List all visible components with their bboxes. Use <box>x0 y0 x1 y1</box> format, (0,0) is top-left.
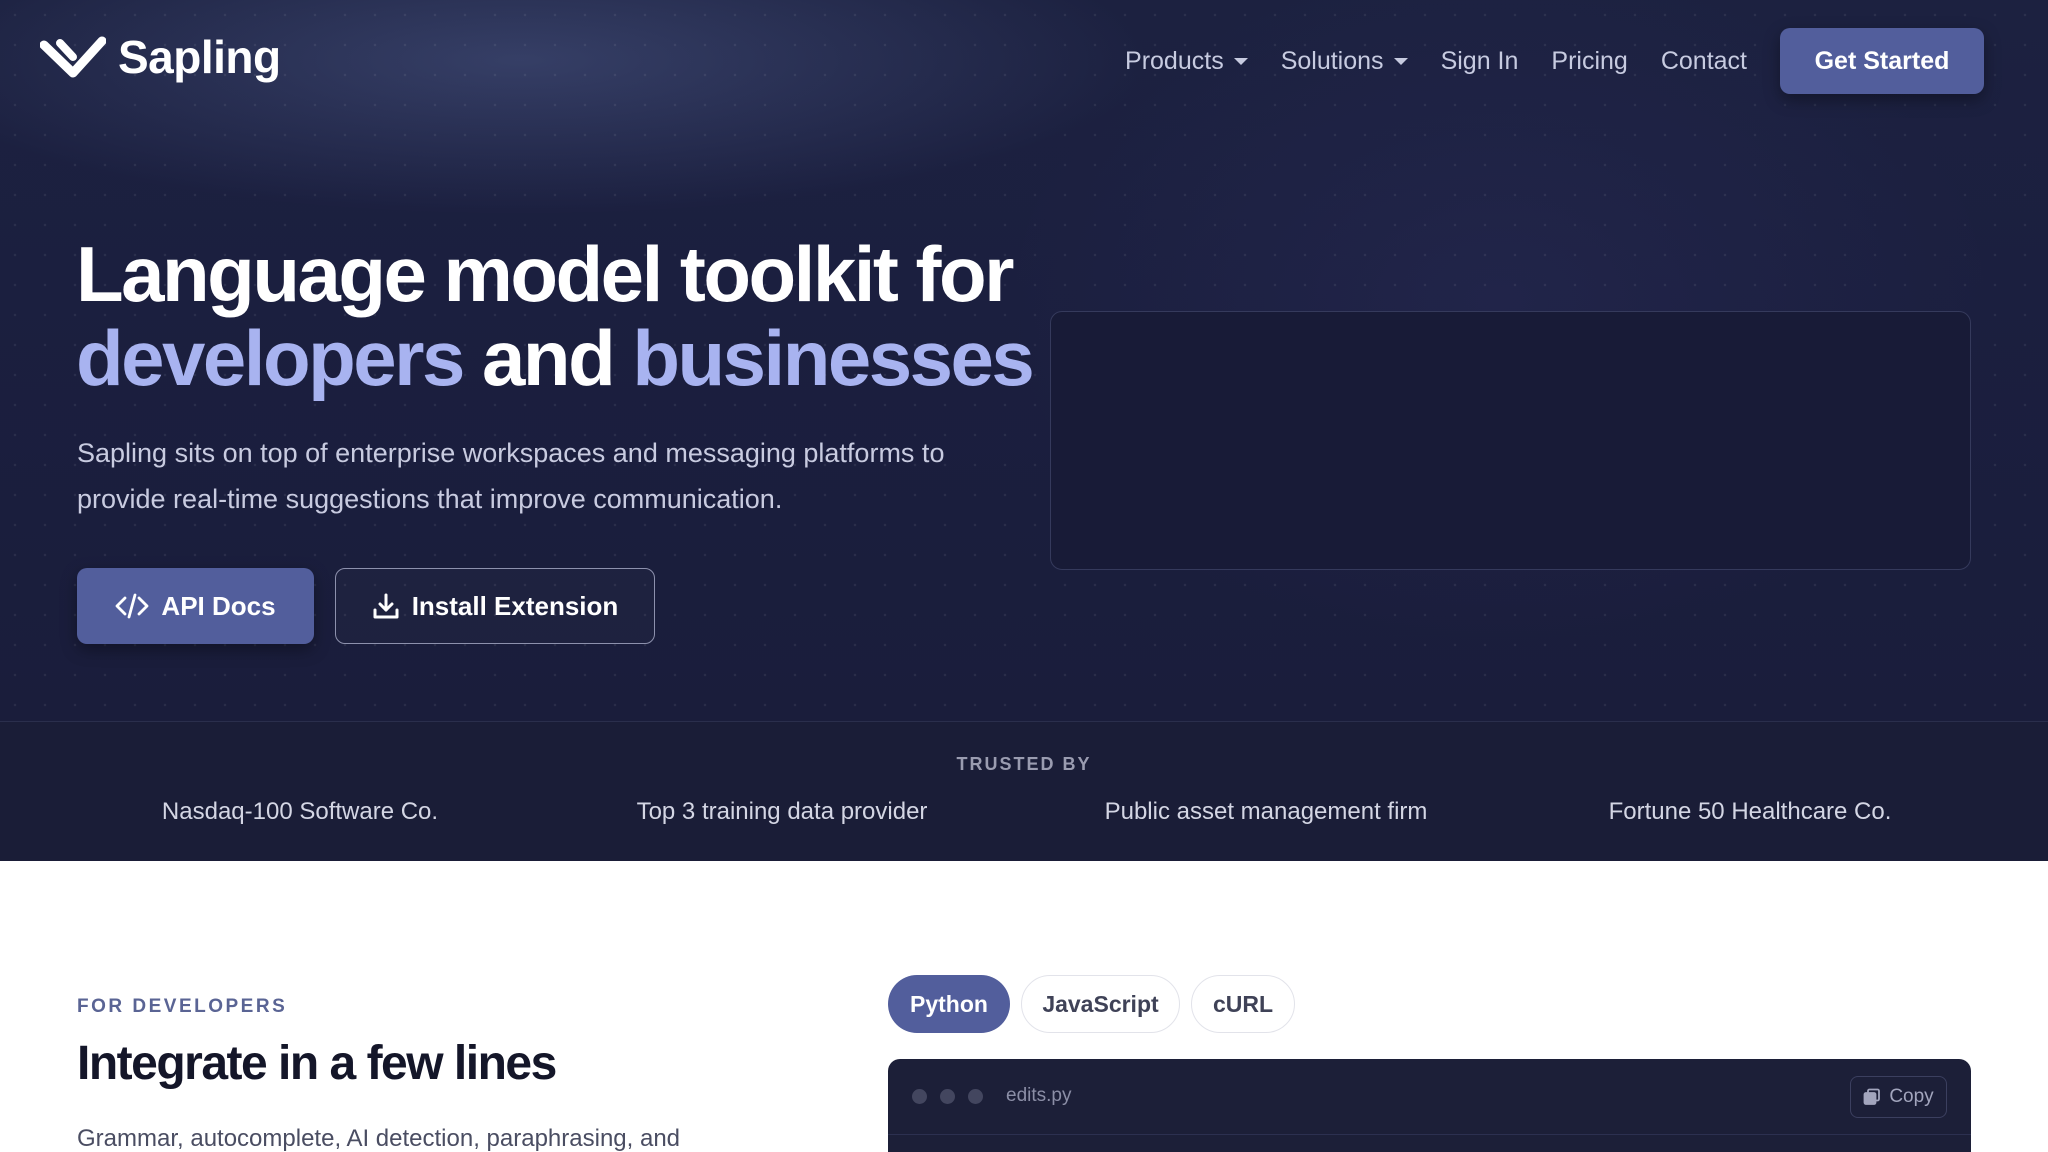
logo[interactable]: Sapling <box>40 30 281 84</box>
hero-description-line2: provide real-time suggestions that impro… <box>77 484 783 514</box>
headline-line1: Language model toolkit for <box>76 230 1015 318</box>
api-docs-label: API Docs <box>161 590 276 621</box>
section-description: Grammar, autocomplete, AI detection, par… <box>77 1125 681 1152</box>
brand-name: Sapling <box>118 31 281 83</box>
nav-contact-label: Contact <box>1660 46 1747 75</box>
copy-label: Copy <box>1889 1086 1934 1107</box>
section-eyebrow: FOR DEVELOPERS <box>77 996 288 1017</box>
headline-and: and <box>482 314 616 402</box>
get-started-button[interactable]: Get Started <box>1780 28 1984 94</box>
trusted-by-label: TRUSTED BY <box>956 754 1092 774</box>
copy-icon <box>1863 1088 1881 1105</box>
nav-products-label: Products <box>1125 46 1224 75</box>
nav-sign-in[interactable]: Sign In <box>1441 47 1519 76</box>
window-dot-icon <box>912 1089 927 1104</box>
code-window-header: edits.py Copy <box>888 1059 1971 1135</box>
install-extension-button[interactable]: Install Extension <box>335 568 655 644</box>
trusted-logo-item: Fortune 50 Healthcare Co. <box>1608 798 1892 825</box>
nav-pricing[interactable]: Pricing <box>1551 47 1627 76</box>
sapling-logo-icon <box>40 36 106 78</box>
nav-products[interactable]: Products <box>1125 47 1248 76</box>
section-title: Integrate in a few lines <box>77 1037 557 1090</box>
nav-pricing-label: Pricing <box>1551 46 1628 75</box>
nav-contact[interactable]: Contact <box>1661 47 1747 76</box>
trusted-logo-item: Nasdaq-100 Software Co. <box>161 798 439 825</box>
headline-accent-businesses: businesses <box>632 314 1034 402</box>
download-icon <box>373 593 399 619</box>
hero-description-line1: Sapling sits on top of enterprise worksp… <box>77 438 945 468</box>
trusted-logo-item: Top 3 training data provider <box>636 798 928 825</box>
demo-panel <box>1050 311 1971 570</box>
tab-javascript[interactable]: JavaScript <box>1021 975 1180 1033</box>
code-icon <box>116 593 149 619</box>
window-dot-icon <box>940 1089 955 1104</box>
trusted-logo-item: Public asset management firm <box>1104 798 1428 825</box>
chevron-down-icon <box>1393 57 1408 65</box>
install-extension-label: Install Extension <box>411 590 619 621</box>
hero-description: Sapling sits on top of enterprise worksp… <box>77 430 1037 522</box>
code-filename: edits.py <box>1006 1085 1072 1106</box>
tab-python[interactable]: Python <box>888 975 1010 1033</box>
page-title: Language model toolkit for developers an… <box>76 230 1035 402</box>
nav-solutions[interactable]: Solutions <box>1281 47 1408 76</box>
chevron-down-icon <box>1233 57 1248 65</box>
nav-solutions-label: Solutions <box>1280 46 1384 75</box>
headline-accent-developers: developers <box>76 314 465 402</box>
top-nav: Products Solutions Sign In Pricing Conta… <box>1125 28 1984 94</box>
trusted-by-section <box>0 721 2048 861</box>
nav-sign-in-label: Sign In <box>1440 46 1519 75</box>
copy-button[interactable]: Copy <box>1850 1076 1947 1118</box>
tab-curl[interactable]: cURL <box>1191 975 1295 1033</box>
window-dot-icon <box>968 1089 983 1104</box>
code-window: edits.py Copy <box>888 1059 1971 1152</box>
api-docs-button[interactable]: API Docs <box>77 568 314 644</box>
